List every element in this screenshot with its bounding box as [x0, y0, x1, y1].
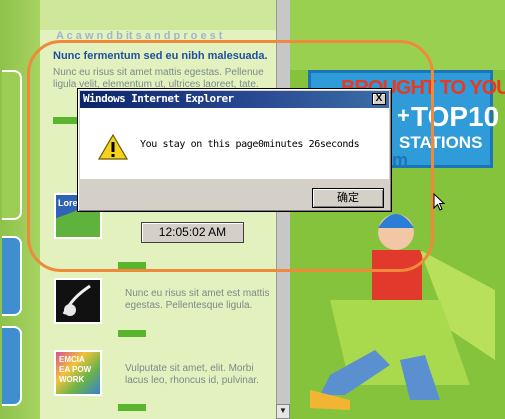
read-more-bar[interactable] [118, 262, 146, 269]
dialog-titlebar[interactable]: Windows Internet Explorer X [80, 91, 389, 108]
mouse-cursor-icon [433, 193, 445, 211]
left-nav-tab-blue-2[interactable] [2, 326, 22, 406]
promo-line2: TOP10 [411, 101, 500, 132]
item-text: Nunc eu risus sit amet est mattis egesta… [125, 288, 270, 311]
dialog-title: Windows Internet Explorer [83, 92, 234, 105]
alert-dialog: Windows Internet Explorer X You stay on … [77, 88, 392, 212]
thumbnail-label: EMCIA EA POW WORK [59, 355, 92, 384]
thumbnail-work[interactable]: EMCIA EA POW WORK [54, 350, 102, 396]
promo-line3: STATIONS [399, 133, 483, 152]
thumbnail-guitar[interactable] [54, 278, 102, 324]
dialog-message: You stay on this page0minutes 26seconds [140, 139, 360, 150]
read-more-bar[interactable] [118, 330, 146, 337]
item-text: Vulputate sit amet, elit. Morbi lacus le… [125, 363, 259, 386]
close-icon[interactable]: X [372, 93, 386, 105]
faint-headline: A c a w n d b it s a n d p r o e s t [56, 30, 223, 42]
left-nav-tab-blue[interactable] [2, 236, 22, 316]
guitar-image [62, 284, 91, 316]
left-nav-tab[interactable] [2, 70, 22, 220]
scroll-down-arrow-icon[interactable]: ▼ [276, 404, 290, 419]
warning-icon [98, 133, 128, 160]
article-headline[interactable]: Nunc fermentum sed eu nibh malesuada. [53, 50, 288, 62]
plus-icon: + [397, 103, 410, 128]
read-more-bar[interactable] [118, 404, 146, 411]
ok-button[interactable]: 确定 [312, 188, 384, 208]
clock-display: 12:05:02 AM [141, 222, 244, 243]
